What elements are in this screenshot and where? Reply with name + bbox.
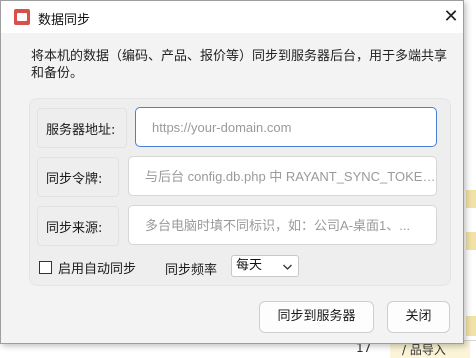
sync-frequency-select[interactable]: 每天	[231, 255, 299, 277]
sync-source-input[interactable]	[128, 205, 437, 245]
app-icon	[14, 9, 30, 25]
sync-source-label: 同步来源:	[37, 206, 119, 246]
sync-dialog: 数据同步 ✕ 将本机的数据（编码、产品、报价等）同步到服务器后台，用于多端共享和…	[0, 0, 464, 344]
server-address-label: 服务器地址:	[37, 108, 127, 148]
sync-token-label: 同步令牌:	[37, 157, 119, 197]
title-bar[interactable]: 数据同步 ✕	[1, 1, 463, 33]
background-highlight	[466, 316, 476, 336]
chevron-down-icon	[282, 257, 293, 284]
sync-to-server-button[interactable]: 同步到服务器	[259, 301, 374, 333]
auto-sync-checkbox[interactable]	[39, 260, 52, 274]
auto-sync-row[interactable]: 启用自动同步	[39, 257, 136, 277]
background-highlight	[466, 190, 476, 208]
auto-sync-label: 启用自动同步	[58, 261, 137, 277]
description-text: 将本机的数据（编码、产品、报价等）同步到服务器后台，用于多端共享和备份。	[31, 49, 448, 81]
close-icon[interactable]: ✕	[441, 7, 461, 27]
sync-token-input[interactable]	[128, 156, 437, 196]
close-button[interactable]: 关闭	[387, 301, 450, 333]
background-highlight	[466, 232, 476, 250]
dialog-title: 数据同步	[38, 13, 91, 28]
background-window-strip	[464, 0, 476, 358]
sync-frequency-label: 同步频率	[165, 263, 218, 278]
server-address-input[interactable]	[135, 107, 437, 147]
sync-frequency-value: 每天	[236, 258, 263, 273]
